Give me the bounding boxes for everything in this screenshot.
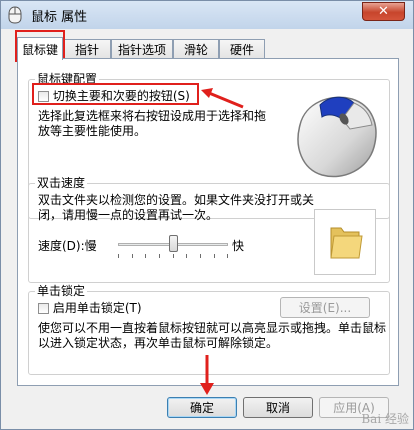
slider-tick (132, 254, 133, 258)
mouse-properties-window: 鼠标 属性 ✕ 鼠标键 指针 指针选项 滑轮 硬件 鼠标键配置 切换主要和次要的… (0, 0, 414, 430)
speed-label: 速度(D):慢 (38, 239, 97, 253)
slider-tick (214, 254, 215, 258)
tab-label: 指针 (74, 43, 99, 57)
button-label: 取消 (265, 401, 290, 415)
group-title: 单击锁定 (35, 284, 88, 298)
group-title: 双击速度 (35, 176, 88, 190)
annotation-arrow-icon (200, 355, 214, 395)
ok-button[interactable]: 确定 (167, 397, 237, 418)
window-title: 鼠标 属性 (31, 10, 88, 25)
slider-tick (159, 254, 160, 258)
slider-tick (145, 254, 146, 258)
annotation-box-checkbox (32, 83, 199, 105)
tab-label: 鼠标键 (21, 42, 58, 57)
close-icon: ✕ (378, 4, 389, 19)
close-button[interactable]: ✕ (362, 2, 405, 21)
title-bar[interactable]: 鼠标 属性 ✕ (1, 1, 413, 29)
click-lock-description: 使您可以不用一直按着鼠标按钮就可以高亮显示或拖拽。单击鼠标以进入锁定状态，再次单… (38, 321, 387, 350)
test-folder-area[interactable] (314, 209, 376, 275)
tab-label: 硬件 (229, 43, 254, 57)
slider-tick (186, 254, 187, 258)
click-lock-label[interactable]: 启用单击锁定(T) (53, 301, 142, 315)
mouse-icon (7, 6, 23, 24)
slider-tick (173, 254, 174, 258)
mouse-illustration (280, 85, 384, 185)
tab-hardware[interactable]: 硬件 (219, 39, 265, 59)
switch-buttons-description: 选择此复选框来将右按钮设成用于选择和拖放等主要性能使用。 (38, 109, 267, 138)
folder-icon[interactable] (315, 210, 375, 274)
annotation-arrow-icon (201, 88, 244, 109)
tab-label: 滑轮 (183, 43, 208, 57)
double-click-description: 双击文件夹以检测您的设置。如果文件夹没打开或关闭，请用慢一点的设置再试一次。 (38, 193, 315, 222)
fast-label: 快 (232, 239, 245, 253)
tab-pointers[interactable]: 指针 (63, 39, 111, 59)
slider-thumb[interactable] (169, 235, 178, 252)
slider-tick (118, 254, 119, 258)
tab-wheel[interactable]: 滑轮 (173, 39, 219, 59)
button-label: 设置(E)... (298, 301, 352, 315)
tab-label: 指针选项 (117, 43, 166, 57)
click-lock-checkbox-row[interactable]: 启用单击锁定(T) (38, 301, 142, 316)
click-lock-settings-button[interactable]: 设置(E)... (280, 297, 370, 318)
cancel-button[interactable]: 取消 (243, 397, 313, 418)
speed-slider[interactable] (118, 235, 228, 259)
tab-buttons[interactable]: 鼠标键 (17, 37, 63, 60)
watermark: Bai 经验 (361, 412, 409, 426)
tab-pointer-options[interactable]: 指针选项 (111, 39, 173, 59)
button-label: 确定 (189, 401, 214, 415)
slider-tick (227, 254, 228, 258)
slider-tick (200, 254, 201, 258)
click-lock-checkbox[interactable] (38, 303, 49, 314)
